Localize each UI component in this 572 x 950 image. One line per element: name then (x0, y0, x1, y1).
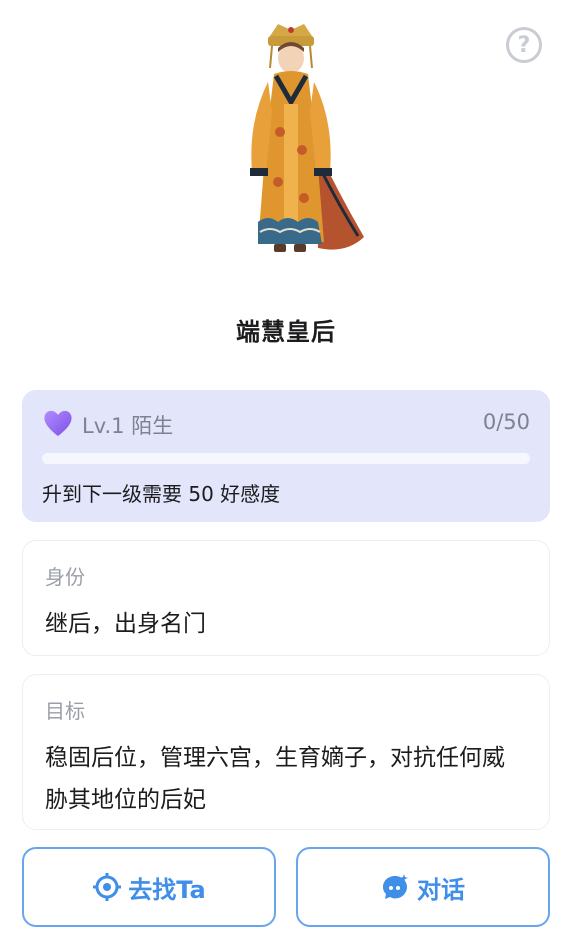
empress-portrait (250, 24, 364, 252)
affinity-level-card: Lv.1 陌生 0/50 升到下一级需要 50 好感度 (22, 390, 550, 522)
goal-label: 目标 (45, 699, 85, 723)
affinity-progress-bar (42, 453, 530, 464)
goal-card: 目标 稳固后位，管理六宫，生育嫡子，对抗任何威胁其地位的后妃 (22, 674, 550, 830)
help-icon[interactable]: ? (506, 27, 542, 63)
help-glyph: ? (517, 32, 531, 58)
find-character-button[interactable]: 去找Ta (22, 847, 276, 927)
character-detail-panel: ? 端慧皇后 Lv.1 陌生 0/50 升到下一级需要 50 好感度 身份 继后… (0, 0, 572, 950)
level-up-hint: 升到下一级需要 50 好感度 (42, 482, 281, 506)
level-label: Lv.1 陌生 (82, 414, 174, 438)
identity-label: 身份 (45, 565, 85, 589)
identity-card: 身份 继后，出身名门 (22, 540, 550, 656)
purple-heart-icon (44, 410, 72, 436)
target-icon (93, 873, 122, 901)
character-name: 端慧皇后 (236, 318, 336, 346)
find-button-label: 去找Ta (128, 875, 206, 904)
level-progress-text: 0/50 (482, 410, 530, 434)
chat-button-label: 对话 (417, 875, 465, 904)
chat-bubble-icon (383, 874, 408, 899)
goal-value: 稳固后位，管理六宫，生育嫡子，对抗任何威胁其地位的后妃 (45, 745, 505, 813)
chat-button[interactable]: 对话 (296, 847, 550, 927)
identity-value: 继后，出身名门 (45, 611, 206, 637)
